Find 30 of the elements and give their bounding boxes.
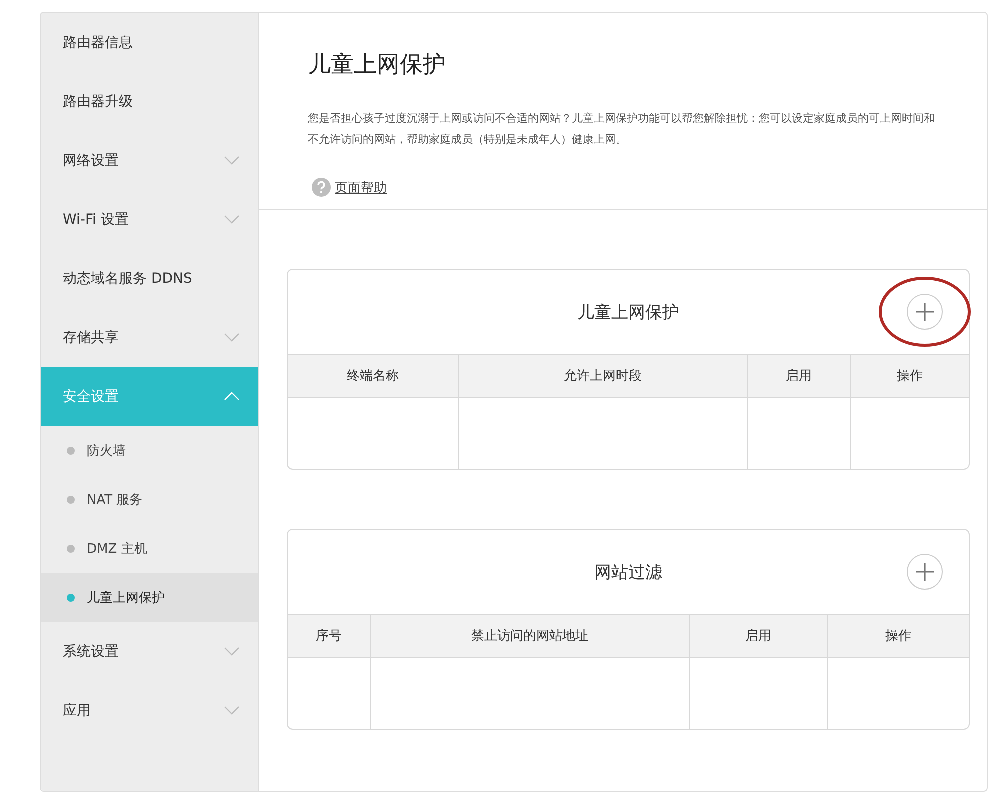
column-header: 禁止访问的网站地址	[370, 615, 690, 658]
add-button[interactable]	[907, 294, 943, 330]
help-link[interactable]: 页面帮助	[335, 178, 387, 196]
page-description: 您是否担心孩子过度沉溺于上网或访问不合适的网站？儿童上网保护功能可以帮您解除担忧：您可以设定家庭成员的可上网时间和不允许访问的网站，帮助家庭成员（特别是未成年人）健康上网。	[308, 111, 936, 148]
help-icon	[312, 178, 331, 197]
sidebar-item[interactable]: 路由器升级	[41, 72, 258, 131]
column-header: 终端名称	[288, 355, 458, 398]
sidebar-item[interactable]: 存储共享	[41, 308, 258, 367]
sidebar-item[interactable]: 系统设置	[41, 622, 258, 681]
sidebar-item[interactable]: 动态域名服务 DDNS	[41, 249, 258, 308]
submenu-item[interactable]: NAT 服务	[41, 475, 258, 524]
submenu-item[interactable]: 儿童上网保护	[41, 573, 258, 622]
sidebar-item[interactable]: 应用	[41, 681, 258, 740]
submenu-item[interactable]: 防火墙	[41, 426, 258, 475]
column-header: 启用	[690, 615, 828, 658]
page-title: 儿童上网保护	[308, 51, 447, 80]
column-header: 序号	[288, 615, 370, 658]
panel-title: 儿童上网保护	[578, 302, 680, 324]
sidebar-item[interactable]: 网络设置	[41, 131, 258, 190]
panel-title: 网站过滤	[594, 562, 662, 584]
column-header: 操作	[850, 355, 969, 398]
sidebar-item[interactable]: 路由器信息	[41, 13, 258, 72]
add-button[interactable]	[907, 554, 943, 590]
sidebar-item[interactable]: Wi-Fi 设置	[41, 190, 258, 249]
column-header: 启用	[748, 355, 850, 398]
plus-icon	[914, 561, 936, 583]
column-header: 操作	[828, 615, 969, 658]
column-header: 允许上网时段	[458, 355, 748, 398]
submenu-item[interactable]: DMZ 主机	[41, 524, 258, 573]
plus-icon	[914, 301, 936, 323]
